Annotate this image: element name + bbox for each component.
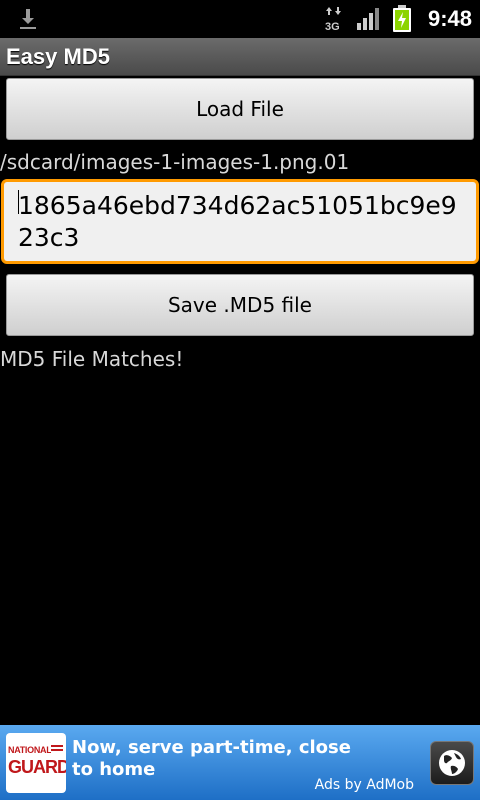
national-guard-logo[interactable]: NATIONAL GUARD (6, 733, 66, 793)
battery-charging-icon (392, 5, 411, 32)
download-icon (20, 9, 36, 29)
ad-attribution: Ads by AdMob (314, 777, 414, 793)
app-title: Easy MD5 (6, 43, 110, 69)
md5-hash-value: 1865a46ebd734d62ac51051bc9e923c3 (18, 191, 457, 252)
network-3g-icon: 3G (325, 7, 341, 32)
result-status-text: MD5 File Matches! (0, 347, 184, 371)
status-icons: 3G 9:48 (324, 0, 472, 38)
globe-icon[interactable] (430, 741, 474, 785)
globe-glyph-icon (439, 750, 465, 776)
title-bar: Easy MD5 (0, 38, 480, 76)
network-label: 3G (325, 21, 340, 32)
md5-hash-field[interactable]: 1865a46ebd734d62ac51051bc9e923c3 (1, 179, 479, 264)
save-md5-button[interactable]: Save .MD5 file (6, 274, 474, 336)
ad-banner[interactable]: NATIONAL GUARD Now, serve part-time, clo… (0, 725, 480, 800)
logo-line2: GUARD (8, 757, 66, 777)
clock: 9:48 (427, 6, 472, 31)
file-path-label: /sdcard/images-1-images-1.png.01 (0, 150, 350, 174)
flag-icon (51, 745, 63, 753)
ad-text[interactable]: Now, serve part-time, close to home (72, 737, 362, 781)
text-cursor (18, 190, 19, 214)
signal-icon (356, 8, 379, 30)
load-file-button[interactable]: Load File (6, 78, 474, 140)
status-bar: 3G 9:48 (0, 0, 480, 38)
logo-line1: NATIONAL (8, 745, 52, 755)
